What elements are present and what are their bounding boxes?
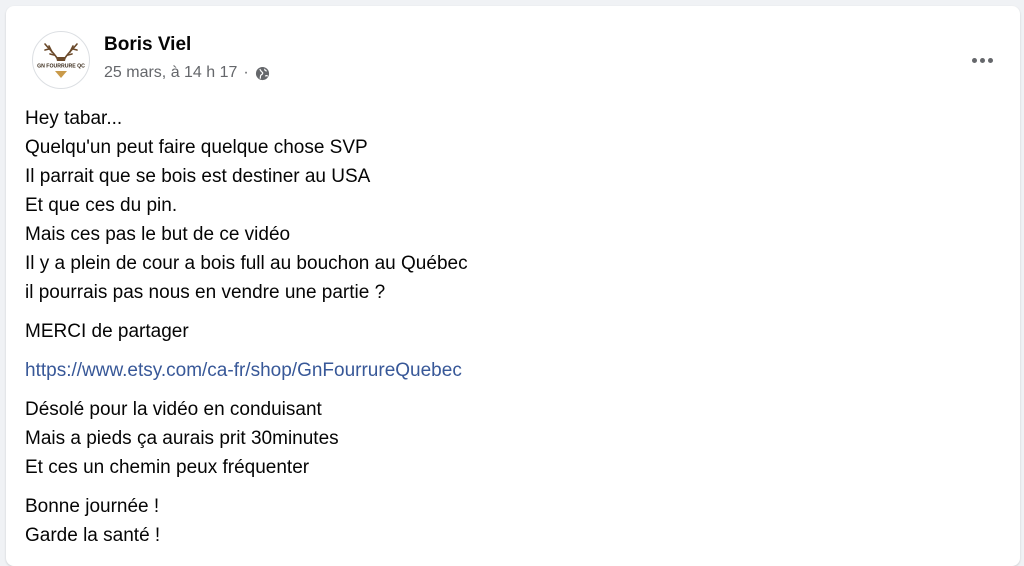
more-options-button[interactable] [966, 44, 998, 76]
post-text-line: Garde la santé ! [25, 525, 161, 546]
post-text-line: il pourrais pas nous en vendre une parti… [25, 282, 386, 303]
meta-separator: · [243, 64, 249, 81]
more-options-icon [971, 57, 977, 63]
more-options-dot [979, 57, 985, 63]
post-text-line: Quelqu'un peut faire quelque chose SVP [25, 137, 368, 158]
post-text-line: Et que ces du pin. [25, 195, 178, 216]
post-text-line: Désolé pour la vidéo en conduisant [25, 399, 322, 420]
post-text-line: Il y a plein de cour a bois full au bouc… [25, 253, 468, 274]
deer-logo-icon: GN FOURRURE QC [37, 43, 85, 78]
post-text-line: Mais a pieds ça aurais prit 30minutes [25, 428, 339, 449]
post-text-line: Hey tabar... [25, 108, 123, 129]
author-name[interactable]: Boris Viel [104, 34, 191, 56]
post-body: Hey tabar... Quelqu'un peut faire quelqu… [25, 104, 985, 560]
avatar[interactable]: GN FOURRURE QC [32, 31, 90, 89]
post-text-line: Mais ces pas le but de ce vidéo [25, 224, 291, 245]
post-paragraph-1: Hey tabar... Quelqu'un peut faire quelqu… [25, 104, 985, 307]
post-paragraph-4: Bonne journée ! Garde la santé ! [25, 492, 985, 550]
post-timestamp[interactable]: 25 mars, à 14 h 17 [104, 64, 237, 82]
post-meta: 25 mars, à 14 h 17 · [104, 64, 270, 82]
etsy-shop-link[interactable]: https://www.etsy.com/ca-fr/shop/GnFourru… [25, 356, 985, 385]
more-options-dot [987, 57, 993, 63]
globe-icon[interactable] [255, 66, 270, 81]
post-paragraph-2: MERCI de partager [25, 317, 985, 346]
post-card: GN FOURRURE QC Boris Viel 25 mars, à 14 … [6, 6, 1020, 566]
post-text-line: Il parrait que se bois est destiner au U… [25, 166, 371, 187]
post-paragraph-link: https://www.etsy.com/ca-fr/shop/GnFourru… [25, 356, 985, 385]
post-text-line: MERCI de partager [25, 321, 189, 342]
post-text-line: Et ces un chemin peux fréquenter [25, 457, 310, 478]
post-paragraph-3: Désolé pour la vidéo en conduisant Mais … [25, 395, 985, 482]
avatar-logo-text: GN FOURRURE QC [37, 63, 85, 69]
post-text-line: Bonne journée ! [25, 496, 160, 517]
